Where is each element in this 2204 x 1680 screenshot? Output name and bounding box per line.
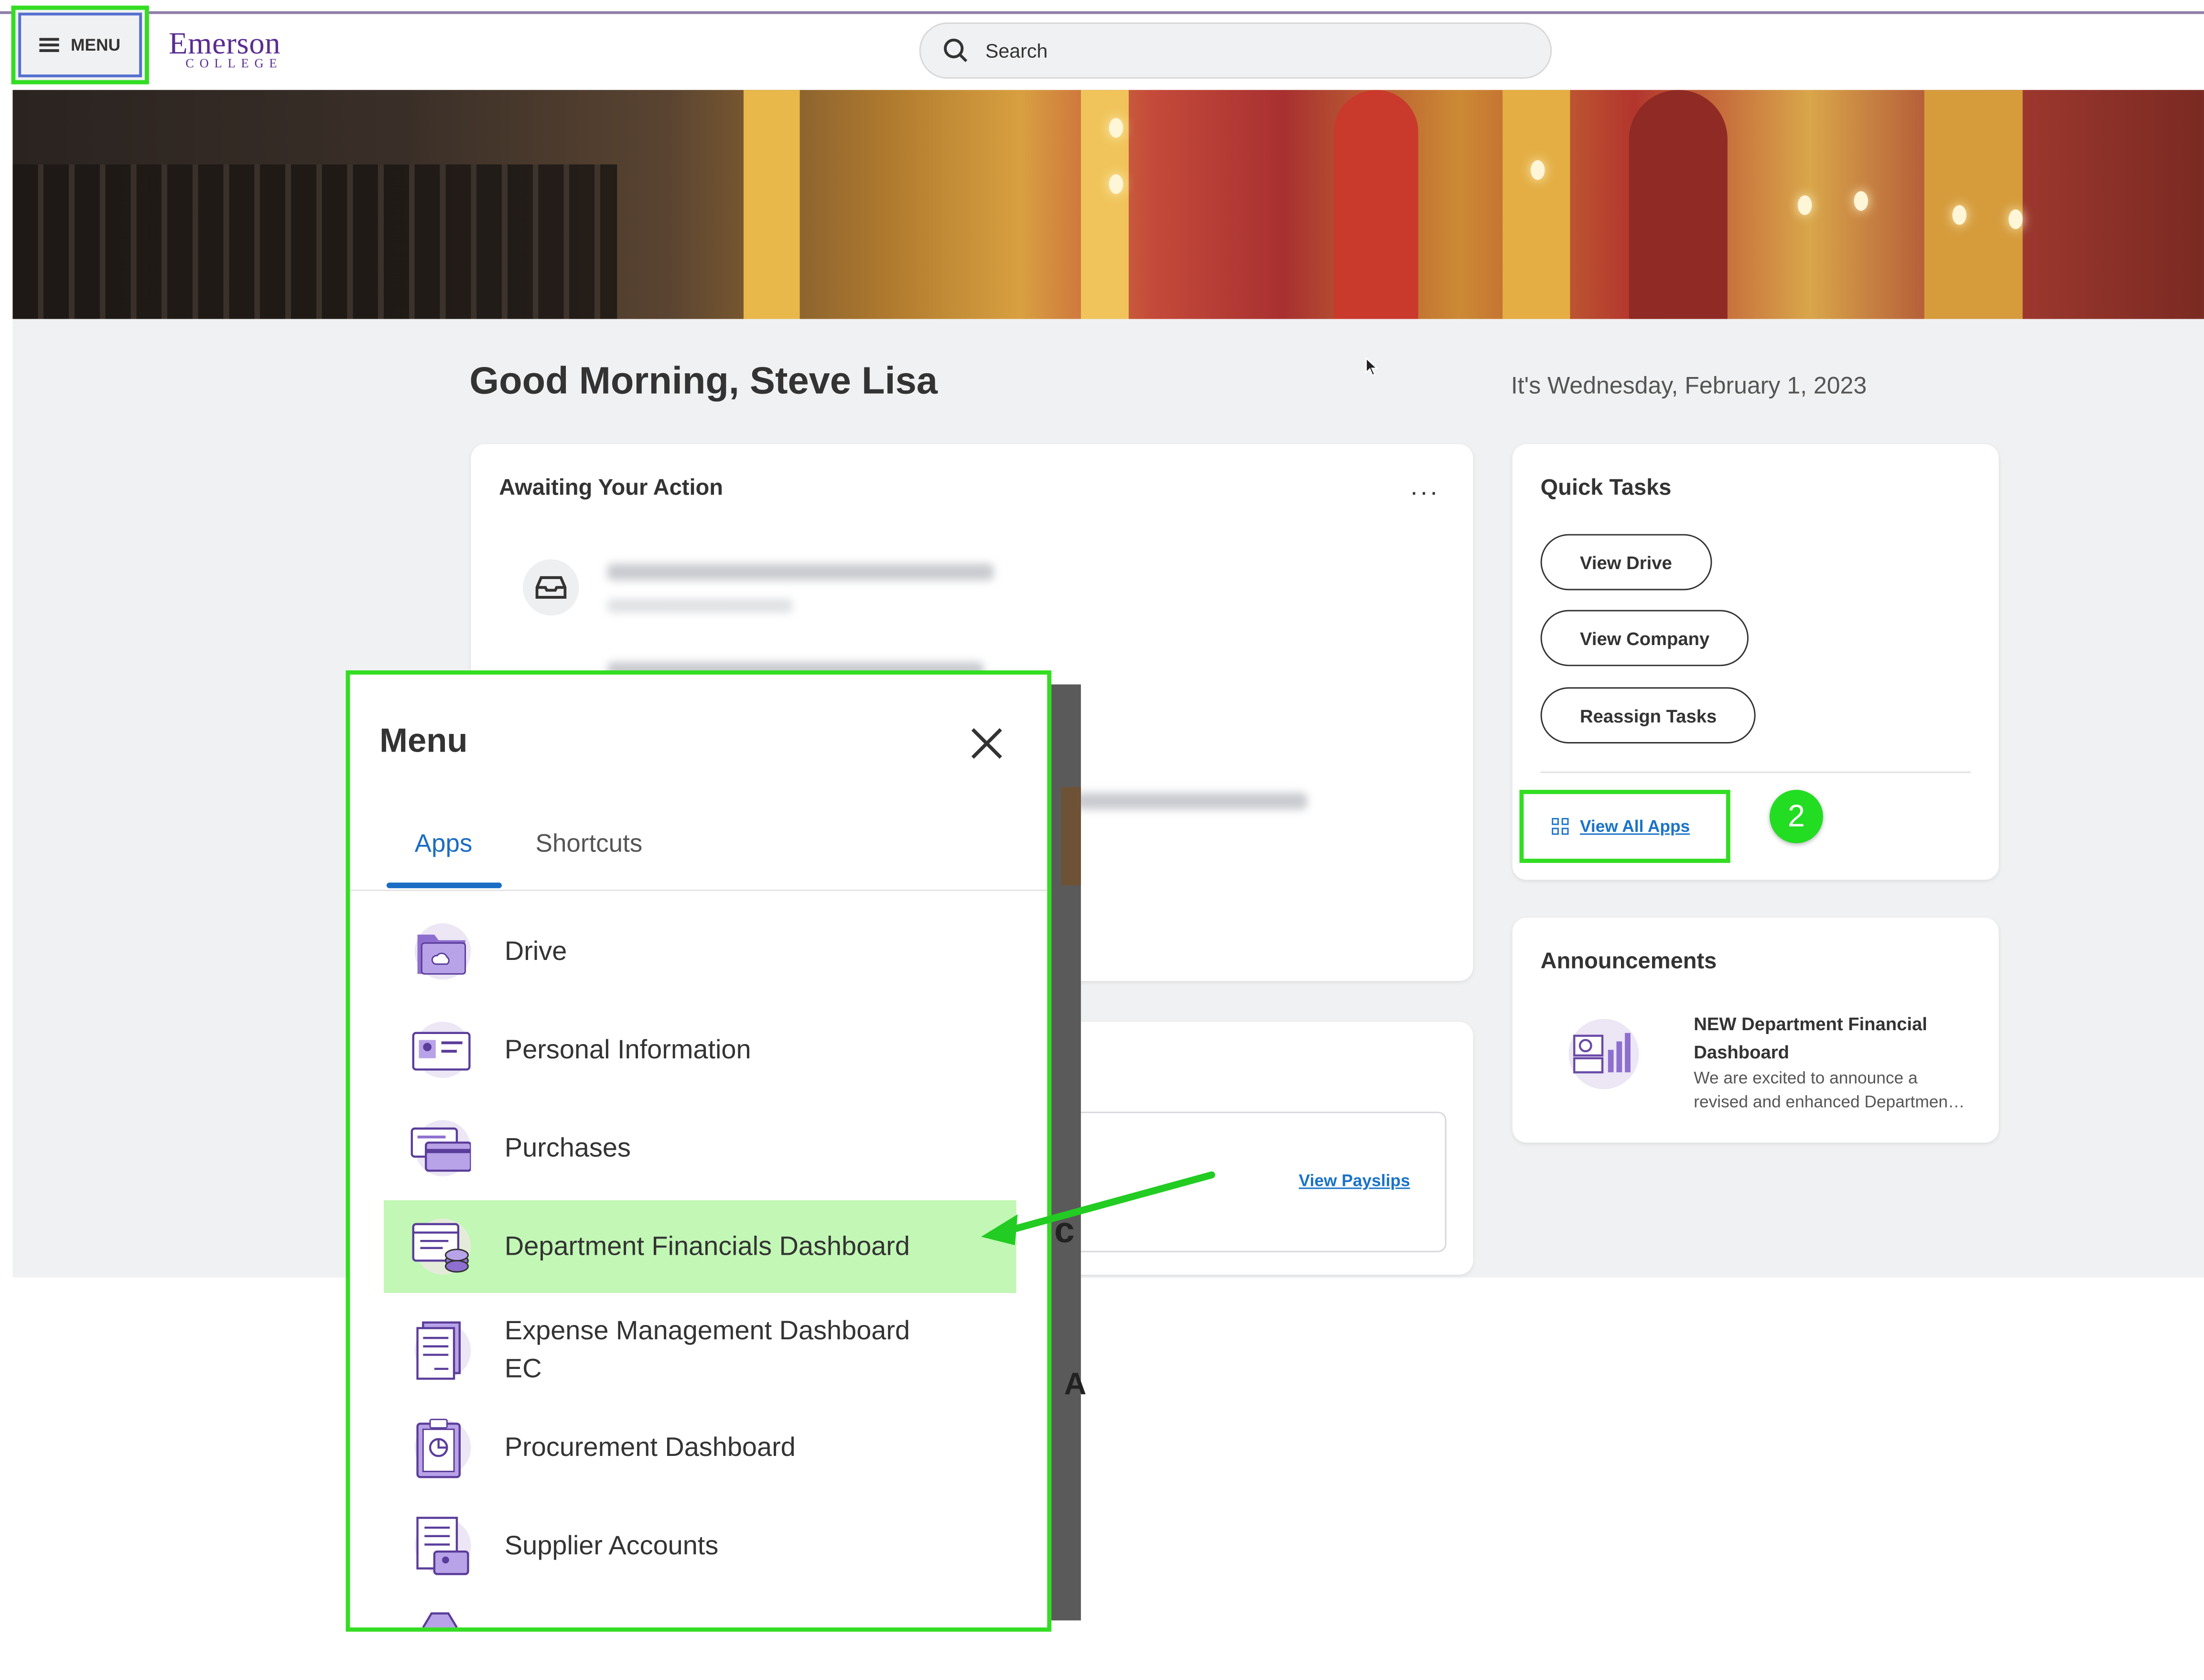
banner-arch <box>1334 90 1418 319</box>
menu-button[interactable]: MENU <box>11 5 149 85</box>
menu-item-expense-management-dashboard[interactable]: Expense Management Dashboard EC <box>384 1307 1016 1394</box>
apps-grid-icon <box>1552 818 1569 835</box>
tab-shortcuts[interactable]: Shortcuts <box>536 829 643 859</box>
quick-tasks-card: Quick Tasks View Drive View Company Reas… <box>1512 444 1999 880</box>
banner-light <box>1109 174 1124 194</box>
banner-light <box>1952 205 1966 225</box>
more-options-button[interactable]: ··· <box>1410 478 1439 507</box>
menu-item-department-financials-dashboard[interactable]: Department Financials Dashboard <box>383 1200 1016 1293</box>
partial-menu-icon <box>422 1612 458 1628</box>
header: MENU Emerson COLLEGE Search <box>0 5 2204 90</box>
view-all-apps-label: View All Apps <box>1580 816 1690 837</box>
expense-report-icon <box>414 1321 471 1380</box>
menu-panel: Menu Apps Shortcuts Drive Personal Infor… <box>346 670 1052 1632</box>
blurred-task-meta <box>607 598 793 613</box>
greeting: Good Morning, Steve Lisa <box>469 359 938 402</box>
search-placeholder: Search <box>985 39 1048 62</box>
menu-item-label: Personal Information <box>504 1035 751 1065</box>
reassign-tasks-button[interactable]: Reassign Tasks <box>1540 687 1756 743</box>
announcements-title: Announcements <box>1540 950 1717 974</box>
view-all-apps-link[interactable]: View All Apps <box>1519 790 1730 863</box>
emerson-logo[interactable]: Emerson COLLEGE <box>169 25 324 96</box>
view-payslips-link[interactable]: View Payslips <box>1299 1171 1410 1190</box>
menu-item-drive[interactable]: Drive <box>384 918 1016 985</box>
brand-sub: COLLEGE <box>185 56 283 71</box>
clipboard-chart-icon <box>414 1419 471 1478</box>
mouse-cursor-icon <box>1365 357 1378 376</box>
view-drive-button[interactable]: View Drive <box>1540 534 1712 591</box>
banner-light <box>1797 195 1812 215</box>
menu-item-label: Department Financials Dashboard <box>504 1232 910 1261</box>
hamburger-icon <box>40 38 60 52</box>
announcements-card: Announcements NEW Department Financial D… <box>1512 917 1999 1143</box>
occluded-text-fragment: A <box>1064 1366 1087 1401</box>
tab-apps[interactable]: Apps <box>415 829 473 859</box>
menu-item-procurement-dashboard[interactable]: Procurement Dashboard <box>384 1414 1016 1481</box>
credit-card-icon <box>411 1120 471 1176</box>
overlay-image-fragment <box>1061 787 1081 886</box>
step-badge-2-label: 2 <box>1787 798 1805 834</box>
menu-item-personal-information[interactable]: Personal Information <box>384 1016 1016 1084</box>
banner-pillar <box>743 90 800 319</box>
menu-panel-title: Menu <box>379 722 468 761</box>
banner-light <box>1109 118 1124 138</box>
banner-seats <box>12 164 617 319</box>
blurred-task-title[interactable] <box>607 563 994 581</box>
dashboard-chart-icon <box>1568 1019 1639 1089</box>
active-tab-underline <box>386 883 502 888</box>
banner-arch <box>1629 90 1728 319</box>
supplier-doc-icon <box>414 1517 471 1575</box>
search-input[interactable]: Search <box>919 22 1552 79</box>
awaiting-title: Awaiting Your Action <box>499 476 724 501</box>
tabs-divider <box>350 889 1048 891</box>
menu-item-supplier-accounts[interactable]: Supplier Accounts <box>384 1512 1016 1580</box>
menu-item-purchases[interactable]: Purchases <box>384 1114 1016 1182</box>
banner-light <box>2009 209 2023 229</box>
id-card-icon <box>412 1022 471 1078</box>
banner-light <box>1531 160 1545 180</box>
menu-item-label: Drive <box>504 937 567 967</box>
announcement-body: We are excited to announce a revised and… <box>1694 1068 1965 1112</box>
divider <box>1540 771 1971 773</box>
close-icon[interactable] <box>969 725 1005 762</box>
view-company-button[interactable]: View Company <box>1540 610 1749 667</box>
banner-box <box>1924 90 2023 319</box>
menu-button-focus <box>18 12 142 77</box>
current-date: It's Wednesday, February 1, 2023 <box>1511 372 1867 399</box>
inbox-icon <box>523 559 579 616</box>
blurred-task-title[interactable] <box>1075 792 1307 810</box>
menu-item-label: Purchases <box>504 1133 631 1163</box>
menu-item-label: Supplier Accounts <box>504 1531 719 1561</box>
menu-item-label: Expense Management Dashboard EC <box>504 1316 910 1385</box>
announcement-headline[interactable]: NEW Department Financial Dashboard <box>1694 1011 1975 1067</box>
banner-light <box>1854 191 1868 211</box>
annotation-arrow-icon <box>981 1171 1215 1245</box>
theater-banner-image <box>12 90 2204 319</box>
search-icon <box>944 38 968 63</box>
banner-pillar <box>1502 90 1570 319</box>
folder-cloud-icon <box>414 923 471 980</box>
financial-dashboard-icon <box>412 1218 471 1275</box>
quick-tasks-title: Quick Tasks <box>1540 476 1672 501</box>
menu-item-label: Procurement Dashboard <box>504 1432 796 1463</box>
step-badge-2: 2 <box>1770 790 1823 843</box>
